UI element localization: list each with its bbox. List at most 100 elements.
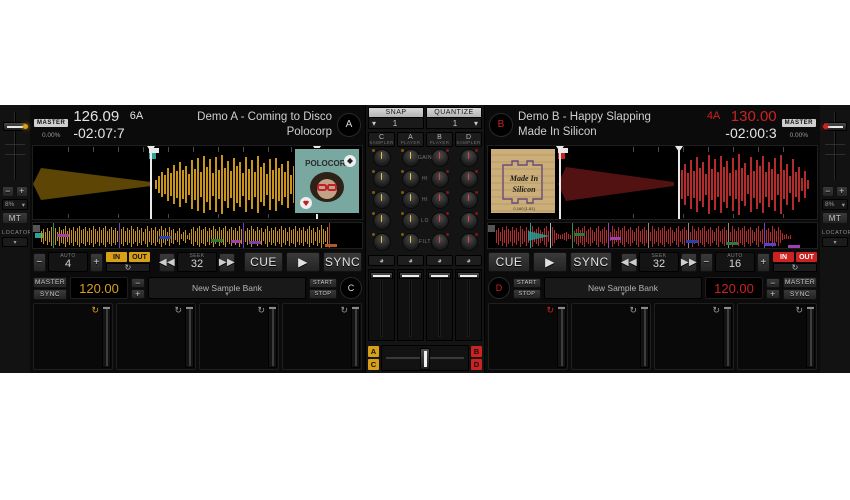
sampler-c-bpm-increase[interactable]: + — [131, 288, 145, 299]
gain-knob-c[interactable] — [372, 149, 391, 167]
mid-knob-b[interactable] — [430, 191, 449, 209]
hi-knob-b[interactable] — [430, 170, 449, 188]
channel-fader-d[interactable] — [455, 269, 482, 341]
hi-knob-c[interactable] — [372, 170, 391, 188]
seek-forward-button[interactable]: ▶▶ — [681, 252, 697, 272]
deck-a-sync-button[interactable]: SYNC — [323, 252, 362, 273]
deck-a-master-indicator[interactable]: MASTER 0.00% — [34, 111, 69, 139]
deck-b-play-button[interactable]: ▶ — [533, 252, 567, 273]
crossfader[interactable] — [381, 345, 469, 371]
snap-value-selector[interactable]: ▾ 1 — [368, 118, 424, 129]
filter-knob-d[interactable] — [459, 233, 478, 251]
sampler-c-bpm[interactable]: 120.00 — [70, 277, 128, 300]
knob-cell-c-lo[interactable] — [368, 212, 395, 232]
sampler-pad[interactable]: ↻ — [116, 302, 196, 370]
cue-button-b[interactable]: ◕ — [426, 255, 453, 266]
sampler-d-bpm-increase[interactable]: + — [766, 288, 780, 299]
knob-cell-d-filter[interactable] — [455, 233, 482, 253]
pitch-bend-down-button[interactable]: − — [2, 186, 14, 197]
pad-volume-fader[interactable] — [351, 304, 360, 368]
loop-out-button[interactable]: OUT — [796, 252, 817, 263]
crossfader-assign-b[interactable]: B — [471, 346, 482, 357]
sampler-pad[interactable]: ↻ — [282, 302, 362, 370]
pad-loop-icon[interactable]: ↻ — [91, 305, 99, 316]
filter-knob-c[interactable] — [372, 233, 391, 251]
deck-b-cue-button[interactable]: CUE — [488, 252, 530, 273]
pitch-bend-down-button[interactable]: − — [822, 186, 834, 197]
knob-cell-d-mid[interactable] — [455, 191, 482, 211]
mixer-channel-header-b[interactable]: B PLAYER — [426, 132, 453, 147]
deck-b-master-indicator[interactable]: MASTER 0.00% — [781, 111, 816, 139]
loop-out-button[interactable]: OUT — [129, 252, 150, 263]
seek-back-button[interactable]: ◀◀ — [621, 252, 637, 272]
locators-dropdown[interactable]: ▾ — [2, 237, 28, 247]
loop-in-button[interactable]: IN — [106, 252, 127, 263]
crossfader-assign-d[interactable]: D — [471, 359, 482, 370]
pad-loop-icon[interactable]: ↻ — [174, 305, 182, 316]
lo-knob-a[interactable] — [401, 212, 420, 230]
sampler-c-stop-button[interactable]: STOP — [309, 288, 337, 299]
auto-loop-increase-button[interactable]: + — [90, 252, 103, 272]
seek-forward-button[interactable]: ▶▶ — [219, 252, 235, 272]
seek-back-button[interactable]: ◀◀ — [159, 252, 175, 272]
sampler-pad[interactable]: ↻ — [737, 302, 817, 370]
cue-button-a[interactable]: ◕ — [397, 255, 424, 266]
hi-knob-d[interactable] — [459, 170, 478, 188]
filter-knob-b[interactable] — [430, 233, 449, 251]
gain-knob-a[interactable] — [401, 149, 420, 167]
pad-volume-fader[interactable] — [102, 304, 111, 368]
snap-button[interactable]: SNAP — [368, 107, 424, 118]
locators-dropdown[interactable]: ▾ — [822, 237, 848, 247]
cue-button-d[interactable]: ◕ — [455, 255, 482, 266]
pad-loop-icon[interactable]: ↻ — [712, 305, 720, 316]
deck-b-overview-waveform[interactable] — [487, 221, 818, 250]
sampler-c-bpm-decrease[interactable]: − — [131, 277, 145, 288]
filter-knob-a[interactable] — [401, 233, 420, 251]
deck-b-main-waveform[interactable]: Made In Silicon 0.160 [1.81] — [487, 144, 818, 220]
lo-knob-c[interactable] — [372, 212, 391, 230]
knob-cell-c-hi[interactable] — [368, 170, 395, 190]
loop-active-button[interactable]: ↻ — [106, 263, 150, 273]
knob-cell-d-hi[interactable] — [455, 170, 482, 190]
sampler-pad[interactable]: ↻ — [33, 302, 113, 370]
pitch-bend-up-button[interactable]: + — [836, 186, 848, 197]
deck-b-masterteoor-button[interactable]: MT — [822, 212, 848, 224]
crossfader-handle[interactable] — [420, 348, 430, 370]
channel-fader-b[interactable] — [426, 269, 453, 341]
sampler-d-bank-selector[interactable]: New Sample Bank ▾ — [544, 277, 702, 300]
gain-knob-d[interactable] — [459, 149, 478, 167]
pad-loop-icon[interactable]: ↻ — [546, 305, 554, 316]
deck-a-cue-button[interactable]: CUE — [244, 252, 283, 273]
deck-a-seek-display[interactable]: SEEK 32 — [177, 252, 217, 273]
knob-cell-a-mid[interactable] — [397, 191, 424, 211]
deck-a-overview-waveform[interactable] — [32, 221, 363, 250]
sampler-c-start-button[interactable]: START — [309, 277, 337, 288]
auto-loop-decrease-button[interactable]: − — [700, 252, 713, 272]
deck-a-auto-loop-display[interactable]: AUTO 4 — [48, 252, 88, 273]
loop-in-button[interactable]: IN — [773, 252, 794, 263]
pad-volume-fader[interactable] — [268, 304, 277, 368]
sampler-d-master-button[interactable]: MASTER — [783, 276, 817, 288]
knob-cell-d-gain[interactable] — [455, 149, 482, 169]
deck-b-sync-button[interactable]: SYNC — [570, 252, 612, 273]
deck-b-pitch-range-select[interactable]: 8% ▾ — [822, 199, 848, 210]
pad-volume-fader[interactable] — [723, 304, 732, 368]
sampler-pad[interactable]: ↻ — [488, 302, 568, 370]
channel-fader-c[interactable] — [368, 269, 395, 341]
mixer-channel-header-c[interactable]: C SAMPLER — [368, 132, 395, 147]
deck-b-seek-display[interactable]: SEEK 32 — [639, 252, 679, 273]
deck-a-pitch-slider[interactable] — [2, 110, 28, 182]
mid-knob-d[interactable] — [459, 191, 478, 209]
quantize-value-selector[interactable]: 1 ▾ — [426, 118, 482, 129]
mixer-channel-header-a[interactable]: A PLAYER — [397, 132, 424, 147]
loop-active-button[interactable]: ↻ — [773, 263, 817, 273]
deck-a-masterteoor-button[interactable]: MT — [2, 212, 28, 224]
deck-b-pitch-slider[interactable] — [822, 110, 848, 182]
deck-a-play-button[interactable]: ▶ — [286, 252, 320, 273]
mid-knob-a[interactable] — [401, 191, 420, 209]
sampler-c-sync-button[interactable]: SYNC — [33, 288, 67, 300]
sampler-d-start-button[interactable]: START — [513, 277, 541, 288]
pad-loop-icon[interactable]: ↻ — [629, 305, 637, 316]
knob-cell-a-hi[interactable] — [397, 170, 424, 190]
knob-cell-b-lo[interactable] — [426, 212, 453, 232]
